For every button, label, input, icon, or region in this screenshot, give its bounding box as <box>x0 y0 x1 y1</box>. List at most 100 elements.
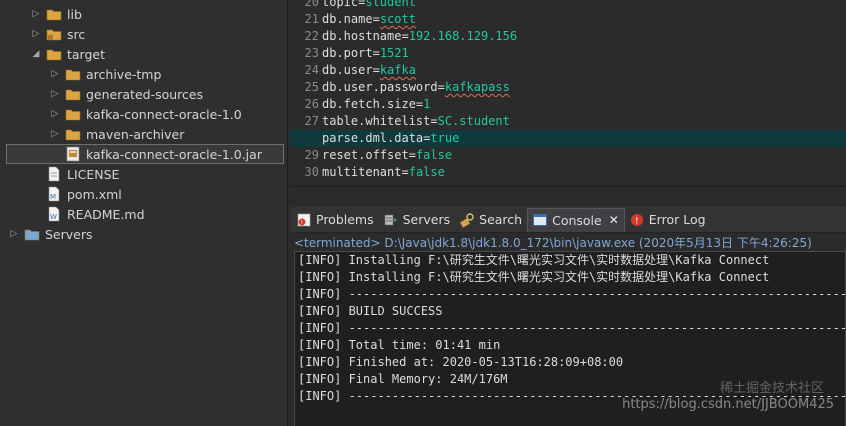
property-key: db.user <box>322 63 373 77</box>
servers-folder-icon <box>24 226 40 242</box>
property-key: reset.offset <box>322 148 409 162</box>
expand-arrow-icon[interactable]: ▷ <box>49 128 61 140</box>
folder-icon <box>65 126 81 142</box>
tree-item-label: lib <box>67 6 82 22</box>
close-icon[interactable]: ✕ <box>609 213 619 227</box>
folder-icon <box>46 6 62 22</box>
tree-item-kafka-connect-oracle-1-0[interactable]: ▷ kafka-connect-oracle-1.0 <box>0 104 288 124</box>
arrow-spacer <box>30 188 42 200</box>
tree-item-label: Servers <box>45 226 93 242</box>
tree-item-generated-sources[interactable]: ▷ generated-sources <box>0 84 288 104</box>
expand-arrow-icon[interactable]: ▷ <box>49 68 61 80</box>
tab-label: Console <box>552 212 602 228</box>
expand-arrow-icon[interactable]: ▷ <box>8 228 20 240</box>
search-icon <box>459 212 475 228</box>
property-value: 1521 <box>379 46 409 60</box>
equals-sign: = <box>372 46 380 60</box>
equals-sign: = <box>401 165 409 179</box>
panel-tabbar: ! Problems Servers Search Console ✕ ! Error Log <box>290 207 846 233</box>
tree-item-src[interactable]: ▷ src <box>0 24 288 44</box>
code-line[interactable]: 29 reset.offset=false <box>290 147 846 164</box>
equals-sign: = <box>372 63 380 77</box>
console-line: [INFO] ---------------------------------… <box>298 287 846 301</box>
property-key: multitenant <box>322 165 402 179</box>
code-line[interactable]: 26 db.fetch.size=1 <box>290 96 846 113</box>
line-number: 29 <box>304 148 319 162</box>
collapse-arrow-icon[interactable]: ◢ <box>30 48 42 60</box>
expand-arrow-icon[interactable]: ▷ <box>49 88 61 100</box>
code-line[interactable]: 20 topic=student <box>290 0 846 11</box>
servers-icon <box>383 212 399 228</box>
tab-error-log[interactable]: ! Error Log <box>625 208 711 232</box>
expand-arrow-icon[interactable]: ▷ <box>30 8 42 20</box>
tree-item-lib[interactable]: ▷ lib <box>0 4 288 24</box>
code-line[interactable]: parse.dml.data=true <box>290 130 846 147</box>
equals-sign: = <box>437 80 445 94</box>
equals-sign: = <box>401 29 409 43</box>
property-key: db.fetch.size <box>322 97 416 111</box>
tree-item-label: maven-archiver <box>86 126 185 142</box>
arrow-spacer <box>30 208 42 220</box>
tree-item-label: generated-sources <box>86 86 204 102</box>
code-line[interactable]: 25 db.user.password=kafkapass <box>290 79 846 96</box>
tab-label: Problems <box>316 212 374 227</box>
svg-text:M: M <box>50 193 56 201</box>
property-value: student <box>365 0 416 9</box>
bottom-panel: ! Problems Servers Search Console ✕ ! Error Log… <box>290 186 846 426</box>
tab-servers[interactable]: Servers <box>379 208 456 232</box>
tree-item-archive-tmp[interactable]: ▷ archive-tmp <box>0 64 288 84</box>
tab-search[interactable]: Search <box>455 208 527 232</box>
folder-icon <box>65 106 81 122</box>
folder-icon <box>46 46 62 62</box>
jar-file-icon <box>65 146 81 162</box>
svg-text:!: ! <box>635 216 639 226</box>
property-value: kafkapass <box>444 80 510 94</box>
property-value: 1 <box>423 97 431 111</box>
code-line[interactable]: 23 db.port=1521 <box>290 45 846 62</box>
property-key: db.hostname <box>322 29 402 43</box>
console-status: <terminated> D:\Java\jdk1.8\jdk1.8.0_172… <box>294 236 812 250</box>
tree-item-label: kafka-connect-oracle-1.0 <box>86 106 242 122</box>
line-number: 30 <box>304 165 319 179</box>
svg-text:!: ! <box>301 219 303 226</box>
watermark-site: 稀土掘金技术社区 <box>719 381 824 396</box>
tree-item-kafka-connect-oracle-1-0-jar[interactable]: kafka-connect-oracle-1.0.jar <box>6 144 284 164</box>
properties-editor[interactable]: 20 topic=student 21 db.name=scott 22 db.hostn… <box>290 0 846 186</box>
tree-item-pom-xml[interactable]: Mpom.xml <box>0 184 288 204</box>
property-value: SC.student <box>437 114 510 128</box>
tree-item-label: archive-tmp <box>86 66 162 82</box>
line-number: 25 <box>304 80 319 94</box>
tab-label: Search <box>479 212 523 227</box>
folder-icon <box>65 86 81 102</box>
property-key: parse.dml.data <box>322 131 424 145</box>
code-line[interactable]: 24 db.user=kafka <box>290 62 846 79</box>
markdown-file-icon: W <box>46 206 62 222</box>
expand-arrow-icon[interactable]: ▷ <box>30 28 42 40</box>
tree-item-license[interactable]: LICENSE <box>0 164 288 184</box>
tree-item-target[interactable]: ◢ target <box>0 44 288 64</box>
line-number: 27 <box>304 114 319 128</box>
code-line[interactable]: 27 table.whitelist=SC.student <box>290 113 846 130</box>
console-line: [INFO] ---------------------------------… <box>298 321 846 335</box>
property-value: 192.168.129.156 <box>408 29 518 43</box>
error-log-icon: ! <box>629 212 645 228</box>
code-line[interactable]: 22 db.hostname=192.168.129.156 <box>290 28 846 45</box>
svg-text:W: W <box>50 213 57 221</box>
text-file-icon <box>46 166 62 182</box>
code-line[interactable]: 30 multitenant=false <box>290 164 846 181</box>
tab-problems[interactable]: ! Problems <box>292 208 379 232</box>
console-line: [INFO] Installing F:\研究生文件\曙光实习文件\实时数据处理… <box>298 270 770 284</box>
expand-arrow-icon[interactable]: ▷ <box>49 108 61 120</box>
property-key: db.name <box>322 12 373 26</box>
console-icon <box>532 212 548 228</box>
tree-item-servers[interactable]: ▷ Servers <box>0 224 288 244</box>
tree-item-maven-archiver[interactable]: ▷ maven-archiver <box>0 124 288 144</box>
property-value: kafka <box>379 63 416 77</box>
code-line[interactable]: 21 db.name=scott <box>290 11 846 28</box>
tab-console[interactable]: Console ✕ <box>527 207 625 232</box>
property-value: false <box>415 148 453 162</box>
tree-item-readme-md[interactable]: W README.md <box>0 204 288 224</box>
property-key: table.whitelist <box>322 114 431 128</box>
problems-icon: ! <box>296 212 312 228</box>
property-value: false <box>408 165 445 179</box>
